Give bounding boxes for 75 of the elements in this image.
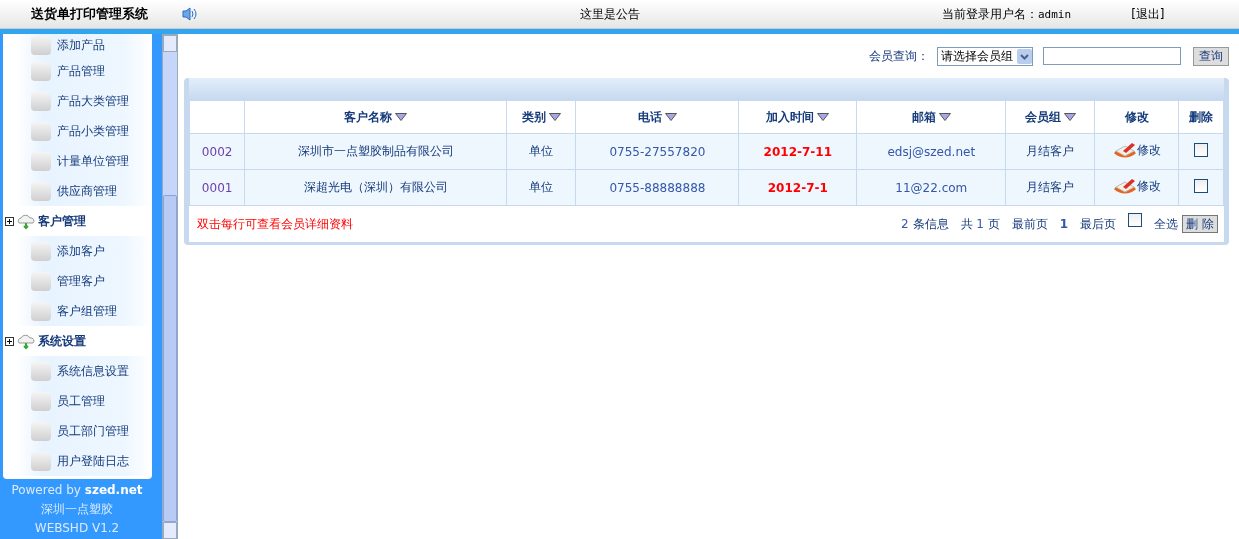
column-header[interactable]: 类别	[506, 100, 576, 134]
sidebar-footer-text: Powered by szed.net	[11, 482, 143, 499]
menu-item-icon	[30, 61, 51, 81]
menu-item-icon	[30, 121, 51, 141]
hint-text: 双击每行可查看会员详细资料	[197, 215, 353, 233]
table-cell: 2012-7-11	[738, 133, 857, 170]
table-cell: 0001	[189, 169, 245, 206]
column-header[interactable]: 邮箱	[856, 100, 1006, 134]
search-field[interactable]	[1043, 47, 1181, 65]
menu-item-icon	[30, 35, 51, 55]
pencil-note-icon	[1112, 176, 1137, 196]
select-all-checkbox[interactable]	[1128, 213, 1143, 227]
menu-group-title[interactable]: 客户管理	[37, 212, 86, 230]
sort-caret-icon	[664, 112, 677, 121]
menu-item-icon	[30, 151, 51, 171]
app-title: 送货单打印管理系统	[31, 5, 149, 23]
search-button[interactable]: 查询	[1193, 46, 1229, 66]
table-cell: 0755-88888888	[575, 169, 739, 206]
sort-caret-icon	[548, 112, 561, 121]
menu-item-icon	[30, 301, 51, 321]
user-label: 当前登录用户名：	[942, 5, 1038, 23]
table-cell: 单位	[506, 133, 576, 170]
dropdown-icon	[1017, 48, 1032, 64]
user-name: admin	[1038, 7, 1072, 21]
table-cell: 0755-27557820	[575, 133, 739, 170]
column-header[interactable]: 客户名称	[244, 100, 507, 134]
delete-checkbox[interactable]	[1194, 179, 1209, 193]
sidebar-footer-text: WEBSHD V1.2	[34, 520, 120, 537]
cloud-icon	[15, 212, 36, 230]
speaker-icon	[181, 6, 197, 22]
column-header[interactable]: 会员组	[1006, 100, 1095, 134]
menu-item-icon	[30, 361, 51, 381]
column-header[interactable]: 加入时间	[738, 100, 857, 134]
column-header: 删除	[1178, 100, 1224, 134]
scroll-down-button[interactable]	[163, 522, 177, 539]
menu-item-icon	[30, 421, 51, 441]
last-page-link[interactable]: 最后页	[1080, 215, 1117, 233]
current-page: 1	[1059, 217, 1069, 231]
menu-item-icon	[30, 391, 51, 411]
notice-text: 这里是公告	[580, 5, 641, 23]
delete-button[interactable]: 删 除	[1182, 215, 1218, 233]
pencil-note-icon	[1112, 140, 1137, 160]
column-header[interactable]: 电话	[575, 100, 739, 134]
table-cell: 0002	[189, 133, 245, 170]
table-cell: 单位	[506, 169, 576, 206]
table-cell: edsj@szed.net	[856, 133, 1006, 170]
menu-group-title[interactable]: 系统设置	[37, 332, 86, 350]
search-label: 会员查询：	[869, 47, 929, 65]
first-page-link[interactable]: 最前页	[1011, 215, 1048, 233]
sidebar-footer-text: 深圳一点塑胶	[41, 501, 113, 518]
table-cell: 2012-7-1	[738, 169, 857, 206]
table-cell: 深超光电（深圳）有限公司	[244, 169, 507, 206]
sort-caret-icon	[938, 112, 951, 121]
menu-item-icon	[30, 91, 51, 111]
cloud-icon	[15, 332, 36, 350]
menu-item-icon	[30, 181, 51, 201]
table-cell: 月结客户	[1006, 169, 1095, 206]
table-cell: 月结客户	[1006, 133, 1095, 170]
sort-caret-icon	[395, 112, 408, 121]
scrollbar[interactable]	[162, 34, 178, 539]
scroll-thumb[interactable]	[163, 195, 177, 522]
delete-checkbox[interactable]	[1194, 143, 1209, 157]
table-cell: 深圳市一点塑胶制品有限公司	[244, 133, 507, 170]
pager-info: 2 条信息 共 1 页	[901, 215, 1000, 233]
scroll-up-button[interactable]	[163, 35, 177, 52]
menu-item-icon	[30, 241, 51, 261]
table-cell: 11@22.com	[856, 169, 1006, 206]
group-select[interactable]: 请选择会员组	[937, 46, 1033, 66]
logout-link[interactable]: [退出]	[1131, 5, 1165, 23]
column-header: 修改	[1094, 100, 1179, 134]
menu-item-icon	[30, 271, 51, 291]
select-all-label: 全选	[1154, 215, 1179, 233]
sort-caret-icon	[1063, 112, 1076, 121]
sort-caret-icon	[817, 112, 830, 121]
menu-item-icon	[30, 451, 51, 471]
